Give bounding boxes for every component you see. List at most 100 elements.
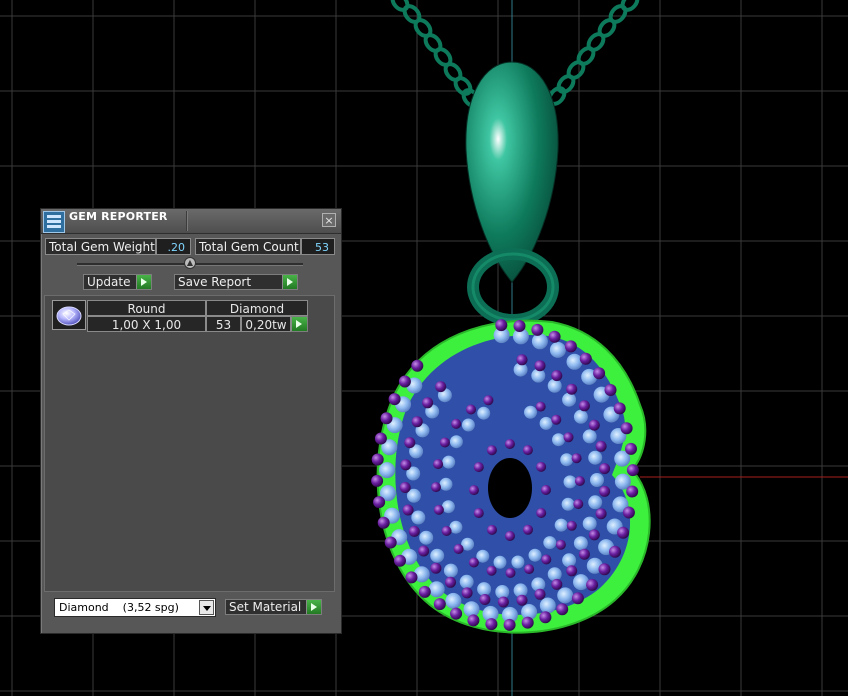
pave-stone <box>419 530 434 545</box>
pave-bead <box>450 607 463 620</box>
pave-bead <box>435 381 447 393</box>
round-gem-icon <box>52 300 86 330</box>
pave-stone <box>549 341 566 358</box>
save-report-button[interactable]: Save Report <box>174 274 298 290</box>
total-gem-weight-value: .20 <box>156 238 191 255</box>
select-gems-button[interactable] <box>291 316 308 332</box>
pave-bead <box>371 474 384 487</box>
pave-bead <box>586 578 599 591</box>
pave-stone <box>411 510 426 525</box>
total-gem-count-value: 53 <box>301 238 335 255</box>
pave-stone <box>573 409 588 424</box>
pave-bead <box>422 397 434 409</box>
pave-stone <box>439 477 453 491</box>
play-arrow-icon <box>291 317 307 331</box>
pave-stone <box>543 536 557 550</box>
pave-bead <box>588 419 600 431</box>
pave-bead <box>536 508 547 518</box>
pave-stone <box>449 435 463 449</box>
pave-bead <box>473 462 484 473</box>
pave-stone <box>528 548 542 562</box>
total-gem-weight-label: Total Gem Weight <box>45 238 156 255</box>
pave-stone <box>566 353 583 370</box>
close-button[interactable]: × <box>322 213 336 227</box>
pave-stone <box>560 453 574 467</box>
splitter-handle-icon[interactable]: ▲ <box>184 257 196 269</box>
gem-size-cell: 1,00 X 1,00 <box>87 316 206 332</box>
pave-bead <box>516 354 528 366</box>
material-dropdown-value: Diamond (3,52 spg) <box>59 601 179 614</box>
pave-bead <box>522 445 533 456</box>
pave-bead <box>579 352 592 365</box>
pave-bead <box>566 520 577 531</box>
pave-stone <box>547 567 562 582</box>
play-arrow-icon <box>282 275 297 289</box>
panel-titlebar[interactable]: GEM REPORTER × <box>41 209 341 234</box>
gem-count-cell: 53 <box>206 316 241 332</box>
pave-stone <box>477 582 492 597</box>
pave-bead <box>524 564 535 575</box>
pave-bead <box>402 504 414 516</box>
pave-bead <box>599 485 611 497</box>
pave-stone <box>459 574 474 589</box>
pave-bead <box>609 545 621 558</box>
pave-bead <box>578 400 590 412</box>
pave-bead <box>451 418 462 429</box>
pave-bead <box>625 442 637 455</box>
set-material-button-label: Set Material <box>229 600 302 614</box>
pave-bead <box>405 571 418 584</box>
pave-bead <box>398 375 411 388</box>
pave-bead <box>563 432 574 443</box>
titlebar-divider <box>186 211 187 231</box>
pave-bead <box>411 416 423 428</box>
pave-bead <box>536 461 547 472</box>
pave-bead <box>400 459 412 471</box>
pave-stone <box>563 475 577 489</box>
pave-bead <box>487 524 497 535</box>
pave-bead <box>578 548 590 560</box>
pave-stone <box>582 429 597 444</box>
pave-bead <box>505 531 515 541</box>
gem-shape-header: Round <box>87 300 206 316</box>
pendant-hole <box>488 458 532 518</box>
material-dropdown[interactable]: Diamond (3,52 spg) <box>54 598 216 617</box>
pave-bead <box>622 506 635 519</box>
set-material-button[interactable]: Set Material <box>225 599 322 615</box>
pave-bead <box>439 437 450 448</box>
pave-bead <box>531 323 544 336</box>
pave-bead <box>566 565 578 577</box>
play-arrow-icon <box>306 600 321 614</box>
chevron-down-icon[interactable] <box>199 600 214 615</box>
pave-stone <box>441 500 455 514</box>
gem-reporter-panel: GEM REPORTER × Total Gem Weight .20 Tota… <box>40 208 342 634</box>
pave-bead <box>588 529 600 541</box>
update-button[interactable]: Update <box>83 274 152 290</box>
play-arrow-icon <box>136 275 151 289</box>
pave-stone <box>531 333 548 350</box>
update-button-label: Update <box>87 275 131 289</box>
pave-bead <box>430 562 442 574</box>
pave-bead <box>469 485 479 496</box>
pave-bead <box>626 464 639 477</box>
pave-bead <box>431 482 441 493</box>
gem-list[interactable]: Round Diamond 1,00 X 1,00 53 0,20tw <box>44 295 335 592</box>
pave-bead <box>380 412 393 425</box>
pave-bead <box>433 504 444 515</box>
pave-bead <box>598 563 611 576</box>
pave-bead <box>486 565 497 576</box>
pave-bead <box>539 611 552 624</box>
pave-bead <box>573 499 584 509</box>
pave-stone <box>547 378 562 393</box>
pave-bead <box>613 402 626 415</box>
pave-bead <box>461 587 473 599</box>
pave-bead <box>599 463 611 475</box>
pave-bead <box>617 526 630 539</box>
pave-stone <box>445 592 462 609</box>
pave-bead <box>555 539 566 550</box>
pave-stone <box>461 418 475 432</box>
pave-bead <box>504 439 515 449</box>
pave-bead <box>473 508 484 519</box>
pave-stone <box>573 574 589 591</box>
pave-stone <box>477 406 491 420</box>
pave-bead <box>541 554 552 565</box>
